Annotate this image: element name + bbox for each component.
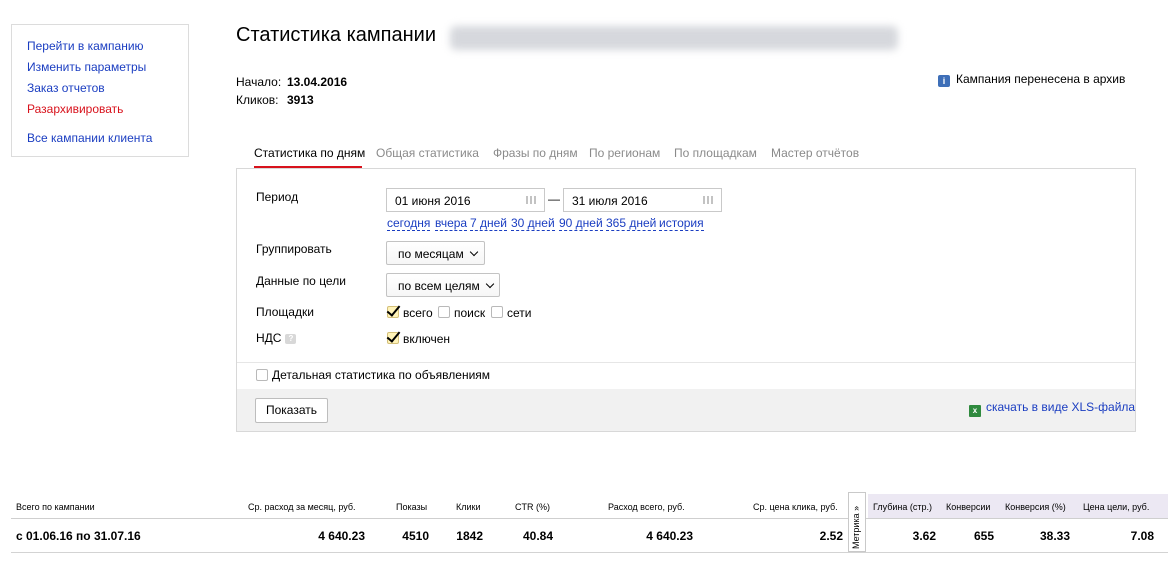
range-365-days-link[interactable]: 365 дней [606,217,657,231]
col-header-avg-monthly-spend: Ср. расход за месяц, руб. [248,502,356,512]
start-value: 13.04.2016 [287,75,348,89]
col-header-goal-cost: Цена цели, руб. [1083,502,1150,512]
platforms-label: Площадки [256,305,314,319]
form-divider [237,362,1135,363]
tab-phrases-by-day[interactable]: Фразы по дням [493,146,578,160]
sidebar-link-all-campaigns[interactable]: Все кампании клиента [27,131,152,145]
cell-goal-cost: 7.08 [1130,529,1154,543]
date-separator: — [548,192,560,206]
download-xls-label: скачать в виде XLS-файла [986,400,1136,414]
clicks-label: Кликов: [236,93,279,107]
date-to-value: 31 июля 2016 [572,194,648,208]
platform-networks-checkbox[interactable] [491,306,503,318]
cell-clicks: 1842 [456,529,483,543]
metrika-tab-label: Метрика » [851,505,861,549]
platform-all-label: всего [403,306,433,320]
vat-label: НДС [256,331,282,345]
platform-search-checkbox[interactable] [438,306,450,318]
chevron-down-icon [485,279,495,289]
platform-search-label: поиск [454,306,486,320]
tab-by-regions[interactable]: По регионам [589,146,660,160]
col-header-conversion-rate: Конверсия (%) [1005,502,1066,512]
range-history-link[interactable]: история [659,217,704,231]
group-select-value: по месяцам [398,247,464,261]
goal-label: Данные по цели [256,274,346,288]
detailed-stats-label: Детальная статистика по объявлениям [272,368,491,382]
chevron-down-icon [469,247,478,257]
range-yesterday-link[interactable]: вчера [435,217,468,231]
cell-total-spend: 4 640.23 [646,529,693,543]
vat-label-group: НДС? [256,331,297,345]
group-label: Группировать [256,242,332,256]
cell-period: с 01.06.16 по 31.07.16 [16,529,141,543]
col-header-clicks: Клики [456,502,481,512]
page-title: Статистика кампании [236,24,436,46]
period-label: Период [256,190,299,204]
col-header-impressions: Показы [396,502,428,512]
goal-select[interactable]: по всем целям [386,273,500,297]
sidebar-link-unarchive[interactable]: Разархивировать [27,102,123,116]
date-from-input[interactable]: 01 июня 2016 [386,188,545,212]
date-to-input[interactable]: 31 июля 2016 [563,188,722,212]
platform-all-checkbox[interactable] [387,306,399,318]
redacted-campaign-name [450,26,898,50]
tab-by-platforms[interactable]: По площадкам [674,146,757,160]
cell-conversion-rate: 38.33 [1039,529,1070,543]
excel-icon: x [969,405,981,417]
date-from-value: 01 июня 2016 [395,194,471,208]
sidebar-link-order-reports[interactable]: Заказ отчетов [27,81,105,95]
archive-notice-text: Кампания перенесена в архив [956,72,1126,86]
col-header-ctr: CTR (%) [515,502,550,512]
cell-avg-cpc: 2.52 [819,529,843,543]
range-today-link[interactable]: сегодня [387,217,431,231]
cell-avg-monthly-spend: 4 640.23 [318,529,365,543]
group-select[interactable]: по месяцам [386,241,485,265]
col-header-campaign-total: Всего по кампании [16,502,95,512]
cell-conversions: 655 [973,529,994,543]
archive-notice: i Кампания перенесена в архив [938,72,1125,87]
tab-general-stats[interactable]: Общая статистика [376,146,479,160]
cell-depth: 3.62 [912,529,936,543]
tab-stats-by-day[interactable]: Статистика по дням [254,146,365,160]
sidebar-link-go-to-campaign[interactable]: Перейти в кампанию [27,39,144,53]
col-header-conversions: Конверсии [946,502,991,512]
download-xls-link[interactable]: x скачать в виде XLS-файла [969,400,1135,417]
metrika-toggle-tab[interactable]: Метрика » [848,492,866,552]
clicks-value: 3913 [287,93,314,107]
range-30-days-link[interactable]: 30 дней [511,217,555,231]
table-divider [11,518,1168,519]
tab-report-wizard[interactable]: Мастер отчётов [771,146,859,160]
cell-impressions: 4510 [402,529,429,543]
info-icon: i [938,75,950,87]
vat-included-checkbox[interactable] [387,332,399,344]
col-header-avg-cpc: Ср. цена клика, руб. [753,502,838,512]
range-90-days-link[interactable]: 90 дней [559,217,603,231]
sidebar-link-edit-params[interactable]: Изменить параметры [27,60,146,74]
platform-networks-label: сети [507,306,532,320]
start-label: Начало: [236,75,282,89]
cell-ctr: 40.84 [522,529,553,543]
sidebar: Перейти в кампанию Изменить параметры За… [11,24,189,157]
calendar-icon[interactable] [703,196,713,204]
range-7-days-link[interactable]: 7 дней [470,217,508,231]
col-header-total-spend: Расход всего, руб. [608,502,685,512]
help-icon[interactable]: ? [285,334,297,344]
show-button[interactable]: Показать [255,398,328,423]
vat-included-label: включен [403,332,451,346]
col-header-depth: Глубина (стр.) [873,502,933,512]
table-bottom-border [11,552,1168,553]
detailed-stats-checkbox[interactable] [256,369,268,381]
calendar-icon[interactable] [526,196,536,204]
goal-select-value: по всем целям [398,279,480,293]
